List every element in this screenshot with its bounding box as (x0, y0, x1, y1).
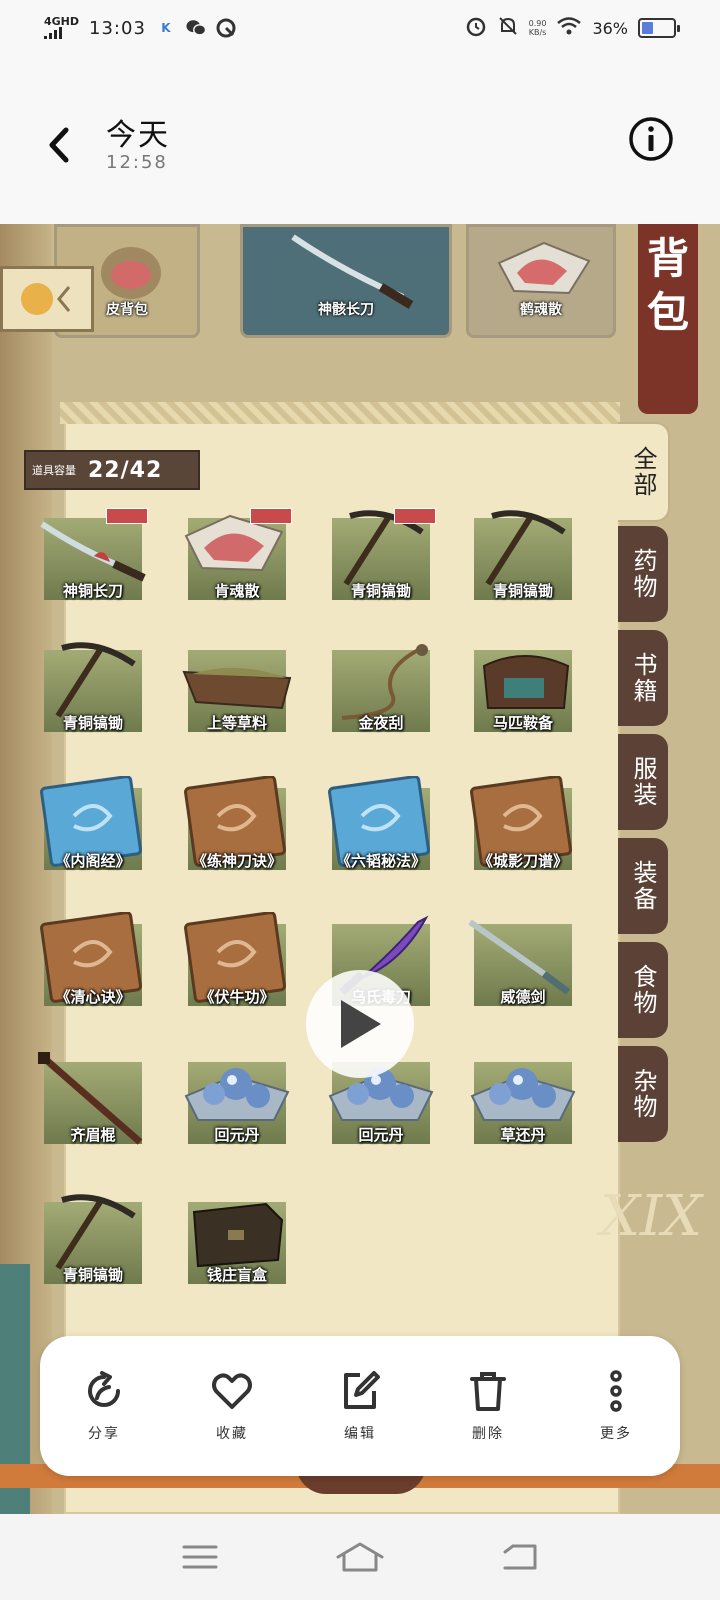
inventory-item[interactable]: 青铜镐锄 (34, 638, 152, 750)
delete-icon (470, 1372, 506, 1411)
page-title: 今天 (106, 118, 170, 153)
tab-0[interactable]: 全部 (618, 422, 670, 522)
back-nav-icon (503, 1544, 537, 1570)
inventory-item[interactable]: 《内阁经》 (34, 776, 152, 888)
item-label: 钱庄盲盒 (206, 1266, 267, 1284)
capacity-value: 22/42 (88, 457, 163, 483)
net-speed: 0.90 KB/s (528, 19, 547, 37)
favorite-button[interactable]: 收藏 (187, 1369, 277, 1443)
inventory-item[interactable]: 上等草料 (178, 638, 296, 750)
deco-text: XIX (600, 1184, 702, 1249)
inventory-item[interactable]: 肯魂散 (178, 506, 296, 618)
item-label: 青铜镐锄 (350, 582, 411, 600)
edit-button[interactable]: 编辑 (315, 1369, 405, 1443)
back-button[interactable] (40, 120, 80, 170)
menu-icon (182, 1545, 218, 1569)
item-label: 齐眉棍 (70, 1126, 116, 1144)
inventory-item[interactable]: 青铜镐锄 (464, 506, 582, 618)
inventory-item[interactable]: 草还丹 (464, 1050, 582, 1162)
backpack-title: 背包 (638, 224, 698, 414)
item-label: 《六韬秘法》 (335, 852, 426, 870)
system-nav-bar (0, 1514, 720, 1600)
edit-icon (344, 1371, 380, 1409)
status-time: 13:03 (89, 17, 146, 39)
share-icon (88, 1371, 120, 1407)
inventory-item[interactable]: 《伏牛功》 (178, 912, 296, 1024)
inventory-item[interactable]: 马匹鞍备 (464, 638, 582, 750)
heart-icon (212, 1373, 252, 1409)
inventory-item[interactable]: 青铜镐锄 (34, 1190, 152, 1302)
item-label: 《城影刀谱》 (477, 852, 568, 870)
item-label: 上等草料 (206, 714, 267, 732)
top-item-card: 鹤魂散 (466, 224, 616, 338)
new-badge (106, 508, 148, 524)
wifi-icon (556, 16, 582, 40)
mute-icon (497, 15, 519, 41)
item-label: 《练神刀诀》 (191, 852, 282, 870)
tab-5[interactable]: 食物 (618, 942, 668, 1038)
play-icon (341, 1000, 381, 1048)
inventory-item[interactable]: 《城影刀谱》 (464, 776, 582, 888)
play-button[interactable] (306, 970, 414, 1078)
inventory-item[interactable]: 《练神刀诀》 (178, 776, 296, 888)
inventory-item[interactable]: 威德剑 (464, 912, 582, 1024)
item-label: 神铜长刀 (62, 582, 123, 600)
wechat-icon (186, 18, 206, 38)
item-label: 草还丹 (500, 1126, 546, 1144)
tab-4[interactable]: 装备 (618, 838, 668, 934)
inventory-item[interactable]: 青铜镐锄 (322, 506, 440, 618)
inventory-item[interactable]: 齐眉棍 (34, 1050, 152, 1162)
item-label: 青铜镐锄 (492, 582, 553, 600)
capacity-box: 道具容量 22/42 (24, 450, 200, 490)
app-icon: K (161, 21, 171, 35)
inventory-item[interactable]: 《清心诀》 (34, 912, 152, 1024)
home-icon (336, 1542, 384, 1572)
item-label: 肯魂散 (214, 582, 260, 600)
tab-1[interactable]: 药物 (618, 526, 668, 622)
top-item-card: 神骸长刀 (240, 224, 452, 338)
inventory-item[interactable]: 《六韬秘法》 (322, 776, 440, 888)
signal-icon: 4GHD (44, 15, 80, 39)
alarm-icon (465, 15, 487, 41)
screenshot-image[interactable]: 皮背包 神骸长刀 鹤魂散 背包 道具容量 22/42 全部 药物 书籍 服装 装备 食物杂… (0, 224, 720, 1514)
item-label: 《伏牛功》 (199, 988, 275, 1006)
inventory-item[interactable]: 回元丹 (178, 1050, 296, 1162)
item-label: 马匹鞍备 (492, 714, 553, 732)
item-label: 威德剑 (500, 988, 546, 1006)
item-label: 《清心诀》 (55, 988, 131, 1006)
home-nav-button[interactable] (336, 1537, 384, 1577)
item-label: 回元丹 (214, 1126, 260, 1144)
inventory-item[interactable]: 神铜长刀 (34, 506, 152, 618)
more-button[interactable]: 更多 (571, 1369, 661, 1443)
tab-2[interactable]: 书籍 (618, 630, 668, 726)
side-badge (0, 266, 94, 332)
inventory-item[interactable]: 金夜刮 (322, 638, 440, 750)
tab-3[interactable]: 服装 (618, 734, 668, 830)
item-label: 青铜镐锄 (62, 714, 123, 732)
more-icon (610, 1370, 622, 1412)
browser-icon (216, 18, 236, 38)
battery-percent: 36% (592, 18, 628, 38)
inventory-item[interactable]: 钱庄盲盒 (178, 1190, 296, 1302)
menu-nav-button[interactable] (176, 1537, 224, 1577)
viewer-header: 今天 12:58 (0, 56, 720, 224)
action-bar: 分享 收藏 编辑 删除 更多 (40, 1336, 680, 1476)
item-label: 回元丹 (358, 1126, 404, 1144)
status-bar: 4GHD 13:03 K 0.90 KB/s 36% (0, 0, 720, 56)
new-badge (250, 508, 292, 524)
battery-icon (638, 18, 680, 38)
capacity-label: 道具容量 (32, 464, 76, 477)
page-subtitle: 12:58 (106, 152, 168, 173)
tab-6[interactable]: 杂物 (618, 1046, 668, 1142)
new-badge (394, 508, 436, 524)
delete-button[interactable]: 删除 (443, 1369, 533, 1443)
item-label: 金夜刮 (358, 714, 404, 732)
network-type: 4GHD (44, 15, 80, 28)
info-button[interactable] (628, 116, 674, 162)
back-nav-button[interactable] (496, 1537, 544, 1577)
item-label: 青铜镐锄 (62, 1266, 123, 1284)
item-label: 《内阁经》 (55, 852, 131, 870)
share-button[interactable]: 分享 (59, 1369, 149, 1443)
panel-border (60, 402, 620, 424)
